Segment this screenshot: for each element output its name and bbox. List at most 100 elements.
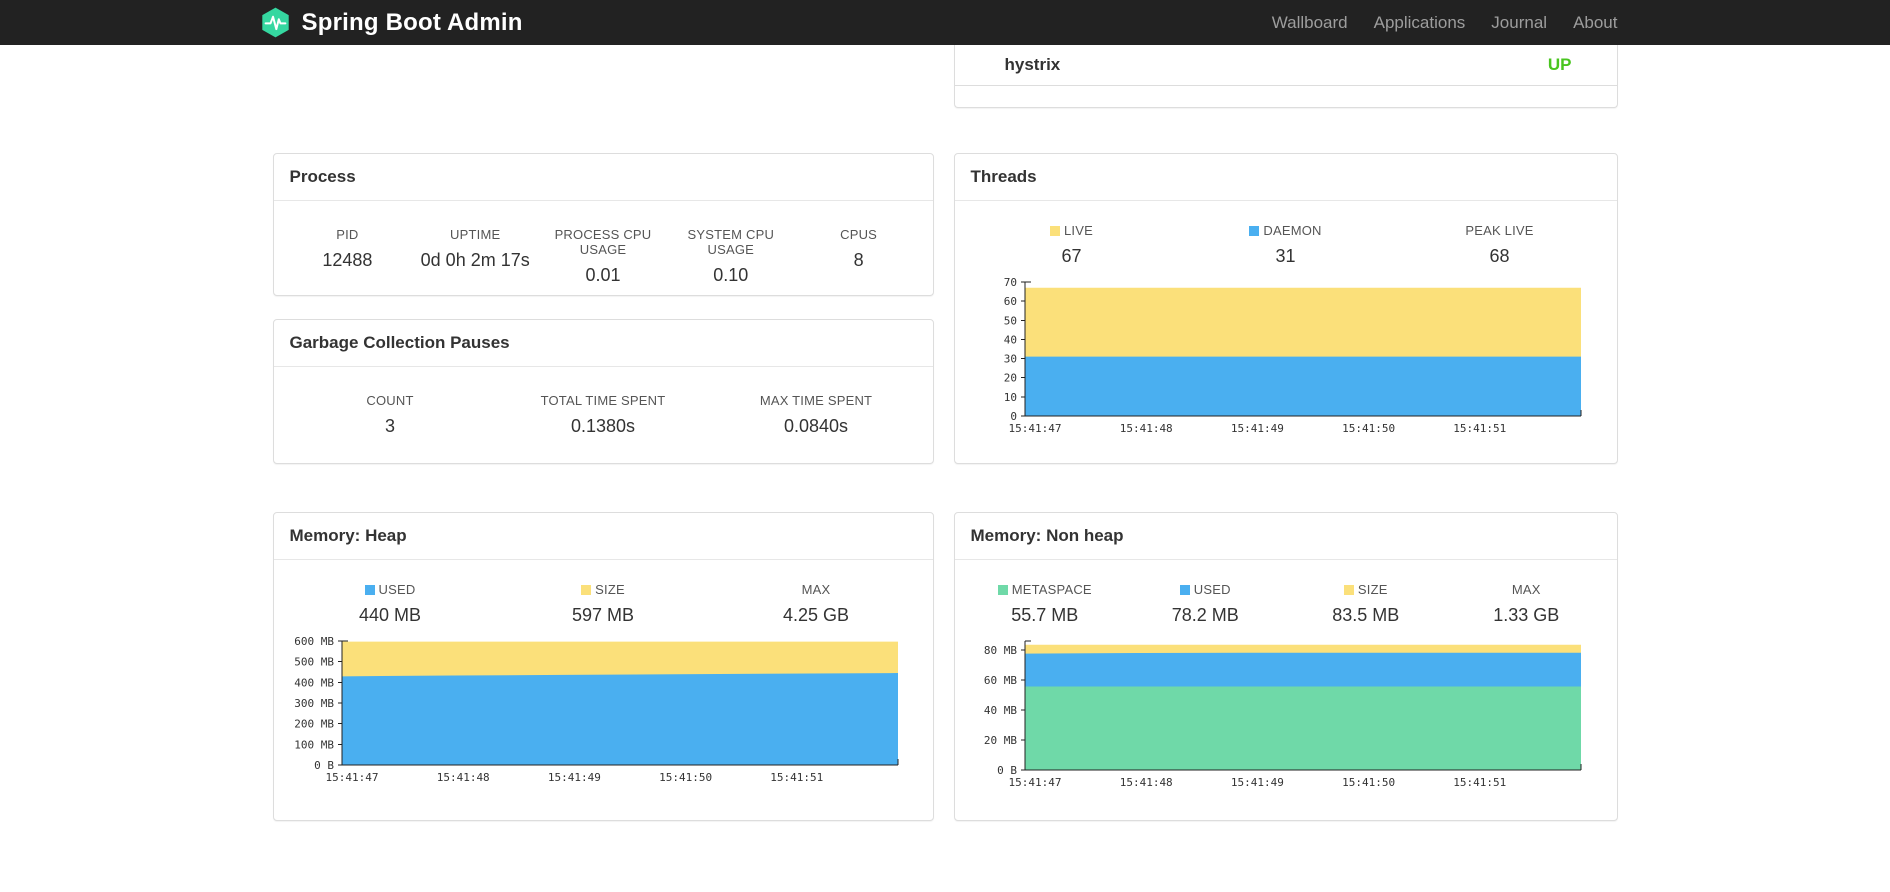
memory-heap-panel: Memory: Heap USED 440 MB SIZE 597 MB MAX…: [272, 512, 934, 821]
stat-pid: PID 12488: [284, 227, 412, 286]
stat-label: PROCESS CPU USAGE: [554, 227, 652, 257]
stat-value: 68: [1489, 246, 1510, 266]
gc-panel-title: Garbage Collection Pauses: [273, 320, 933, 367]
stat-threads-peak-live: PEAK LIVE 68: [1393, 223, 1607, 267]
svg-text:100 MB: 100 MB: [294, 738, 334, 751]
svg-text:40 MB: 40 MB: [983, 704, 1016, 717]
stat-label: TOTAL TIME SPENT: [540, 393, 666, 408]
svg-text:15:41:49: 15:41:49: [1230, 422, 1283, 435]
stat-value: 12488: [322, 250, 373, 270]
left-column: Process PID 12488 UPTIME 0d 0h 2m 17s PR…: [272, 45, 934, 821]
stat-nonheap-used: USED 78.2 MB: [1125, 582, 1286, 626]
stat-label: SIZE: [497, 582, 710, 597]
svg-text:400 MB: 400 MB: [294, 676, 334, 689]
threads-panel-title: Threads: [954, 154, 1617, 201]
stat-label: SYSTEM CPU USAGE: [687, 227, 775, 257]
stat-label: PID: [336, 227, 359, 242]
svg-text:30: 30: [1003, 353, 1016, 366]
brand-title: Spring Boot Admin: [301, 8, 523, 36]
svg-text:50: 50: [1003, 314, 1016, 327]
daemon-swatch: [1249, 226, 1260, 236]
svg-text:15:41:48: 15:41:48: [1119, 422, 1172, 435]
used-swatch: [364, 585, 375, 595]
health-row-hystrix: hystrix UP: [954, 45, 1617, 86]
stat-gc-count: COUNT 3: [284, 393, 497, 437]
stat-label: DAEMON: [1179, 223, 1393, 238]
stat-value: 0.0840s: [783, 416, 849, 436]
svg-text:80 MB: 80 MB: [983, 644, 1016, 657]
stat-label: PEAK LIVE: [1465, 223, 1534, 238]
process-panel-title: Process: [273, 154, 933, 201]
stat-label-text: DAEMON: [1263, 223, 1322, 238]
stat-system-cpu-usage: SYSTEM CPU USAGE 0.10: [667, 227, 795, 286]
svg-text:20 MB: 20 MB: [983, 734, 1016, 747]
svg-text:15:41:51: 15:41:51: [1453, 422, 1506, 435]
svg-text:500 MB: 500 MB: [294, 656, 334, 669]
svg-text:200 MB: 200 MB: [294, 718, 334, 731]
stat-value: 597 MB: [571, 605, 635, 625]
svg-text:10: 10: [1003, 391, 1016, 404]
stat-value: 0.1380s: [570, 416, 636, 436]
stat-value: 0.01: [585, 265, 621, 285]
stat-label: USED: [1125, 582, 1286, 597]
nav-link-applications[interactable]: Applications: [1361, 13, 1479, 33]
svg-text:40: 40: [1003, 333, 1016, 346]
stat-value: 4.25 GB: [782, 605, 850, 625]
threads-chart: 01020304050607015:41:47 15:41:48 15:41:49 1…: [1003, 277, 1581, 435]
svg-text:15:41:50: 15:41:50: [659, 771, 712, 784]
stat-label: COUNT: [366, 393, 414, 408]
stat-label: UPTIME: [450, 227, 501, 242]
stat-label: CPUS: [840, 227, 878, 242]
heap-stats: USED 440 MB SIZE 597 MB MAX 4.25 GB: [274, 560, 933, 626]
svg-text:15:41:48: 15:41:48: [437, 771, 490, 784]
stat-process-cpu-usage: PROCESS CPU USAGE 0.01: [539, 227, 667, 286]
stat-label-text: SIZE: [595, 582, 625, 597]
svg-text:300 MB: 300 MB: [294, 697, 334, 710]
stat-label-text: LIVE: [1064, 223, 1093, 238]
stat-heap-used: USED 440 MB: [284, 582, 497, 626]
nav-link-about[interactable]: About: [1560, 13, 1617, 33]
stat-label: MAX: [1511, 582, 1541, 597]
stat-cpus: CPUS 8: [795, 227, 923, 286]
nonheap-stats: METASPACE 55.7 MB USED 78.2 MB SIZE 83.5…: [955, 560, 1617, 626]
process-panel: Process PID 12488 UPTIME 0d 0h 2m 17s PR…: [272, 153, 934, 296]
stat-value: 1.33 GB: [1493, 605, 1560, 625]
nav-link-wallboard[interactable]: Wallboard: [1259, 13, 1361, 33]
stat-label-text: USED: [1193, 582, 1231, 597]
svg-text:70: 70: [1003, 277, 1016, 289]
svg-text:60: 60: [1003, 295, 1016, 308]
stat-label-text: SIZE: [1357, 582, 1388, 597]
brand-link[interactable]: Spring Boot Admin: [259, 6, 523, 39]
page: Spring Boot Admin Wallboard Applications…: [0, 0, 1890, 892]
stat-label: USED: [284, 582, 497, 597]
stat-label: METASPACE: [965, 582, 1126, 597]
nav-links: Wallboard Applications Journal About: [1259, 13, 1618, 33]
gc-panel: Garbage Collection Pauses COUNT 3 TOTAL …: [272, 319, 934, 464]
nonheap-chart-area: 0 B 20 MB 40 MB 60 MB 80 MB 15:41:47 15:41:48 1…: [955, 636, 1617, 792]
threads-stats: LIVE 67 DAEMON 31 PEAK LIVE 68: [955, 201, 1617, 267]
gc-stats: COUNT 3 TOTAL TIME SPENT 0.1380s MAX TIM…: [274, 367, 933, 437]
spring-boot-admin-logo-icon: [261, 7, 289, 38]
stat-value: 83.5 MB: [1332, 605, 1400, 625]
stat-value: 8: [853, 250, 864, 270]
svg-text:15:41:47: 15:41:47: [1008, 776, 1061, 789]
stat-threads-daemon: DAEMON 31: [1179, 223, 1393, 267]
memory-heap-panel-title: Memory: Heap: [273, 513, 933, 560]
stat-gc-max-time: MAX TIME SPENT 0.0840s: [710, 393, 923, 437]
status-badge: UP: [1547, 55, 1572, 74]
used-swatch: [1179, 585, 1190, 595]
stat-nonheap-max: MAX 1.33 GB: [1446, 582, 1607, 626]
svg-text:15:41:49: 15:41:49: [1230, 776, 1283, 789]
nav-link-journal[interactable]: Journal: [1478, 13, 1560, 33]
stat-nonheap-metaspace: METASPACE 55.7 MB: [965, 582, 1126, 626]
svg-text:600 MB: 600 MB: [294, 636, 334, 648]
stat-value: 78.2 MB: [1171, 605, 1239, 625]
svg-text:15:41:50: 15:41:50: [1342, 776, 1395, 789]
stat-value: 0.10: [713, 265, 749, 285]
heap-chart: 0 B100 MB200 MB300 MB400 MB500 MB600 MB1…: [294, 636, 899, 784]
stat-label: LIVE: [965, 223, 1179, 238]
stat-value: 31: [1275, 246, 1296, 266]
stat-heap-size: SIZE 597 MB: [497, 582, 710, 626]
threads-panel: Threads LIVE 67 DAEMON 31 PEAK LIVE 68 0…: [953, 153, 1618, 464]
svg-text:20: 20: [1003, 372, 1016, 385]
